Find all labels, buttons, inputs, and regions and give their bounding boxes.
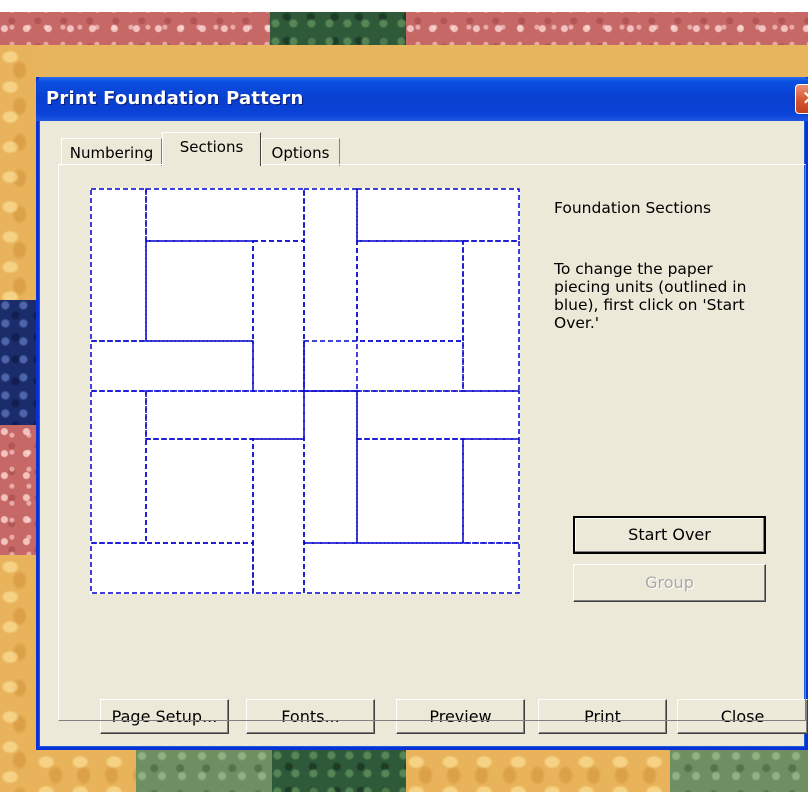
tab-options[interactable]: Options <box>261 138 340 166</box>
caption-strip <box>0 0 808 12</box>
tab-numbering-label: Numbering <box>69 144 154 162</box>
sections-tab-panel <box>58 164 806 721</box>
title-bar[interactable]: Print Foundation Pattern ✕ <box>36 77 808 121</box>
close-icon: ✕ <box>802 86 808 110</box>
window-title: Print Foundation Pattern <box>46 88 304 109</box>
tab-options-label: Options <box>271 144 330 162</box>
tab-sections-label: Sections <box>179 138 244 156</box>
close-window-button[interactable]: ✕ <box>795 84 808 114</box>
print-foundation-pattern-dialog: Print Foundation Pattern ✕ Numbering Sec… <box>36 77 808 750</box>
tab-sections[interactable]: Sections <box>162 132 261 166</box>
tab-numbering[interactable]: Numbering <box>61 138 162 166</box>
